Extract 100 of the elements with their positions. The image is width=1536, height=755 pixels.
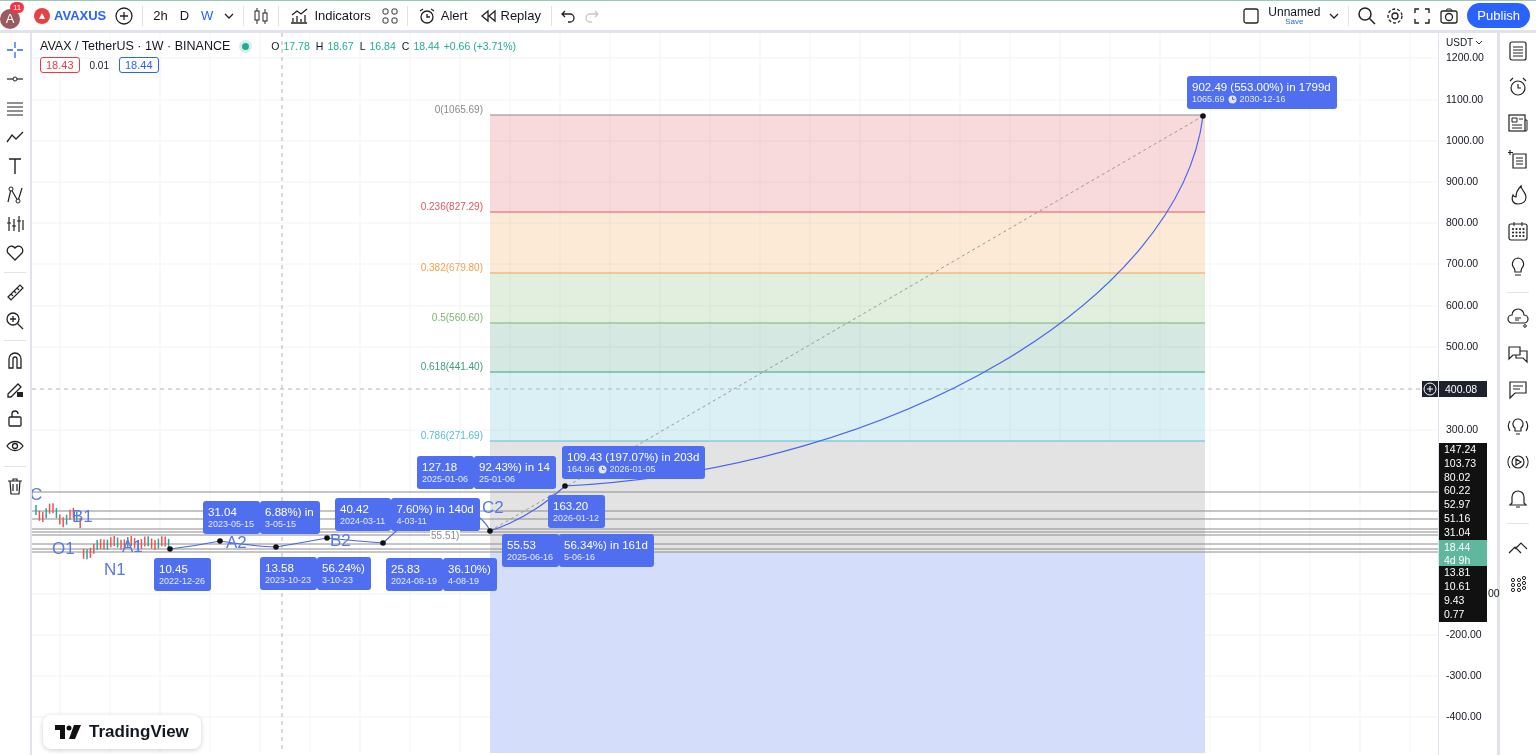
camera-icon[interactable] <box>1439 6 1460 25</box>
timeframe-tab[interactable]: D <box>177 6 192 25</box>
price-range-label[interactable]: 6.88%) in 3-05-15 <box>260 501 320 534</box>
price-range-label[interactable]: 36.10%) 4-08-19 <box>443 558 497 591</box>
price-range-label[interactable]: 7.60%) in 140d 4-03-11 <box>391 498 480 531</box>
add-symbol-icon[interactable] <box>114 5 135 26</box>
pattern-icon[interactable] <box>5 185 25 205</box>
range-detail: 1065.69 <box>1192 94 1225 105</box>
candles-icon[interactable] <box>252 5 271 26</box>
layout-name[interactable]: Unnamed <box>1268 5 1321 18</box>
price-range-label[interactable]: 25.83 2024-08-19 <box>386 558 444 591</box>
cloud-chat-icon[interactable] <box>1507 307 1529 329</box>
price-change: +0.66 (+3.71%) <box>443 40 517 52</box>
heart-icon[interactable] <box>5 243 25 263</box>
price-tick: 300.00 <box>1446 423 1479 435</box>
fib-level-label: 0.618(441.40) <box>420 361 483 372</box>
chats-icon[interactable] <box>1507 343 1529 365</box>
watchlist-icon[interactable] <box>1507 40 1529 62</box>
trash-icon[interactable] <box>5 476 25 496</box>
calendar-icon[interactable] <box>1507 220 1529 242</box>
undo-icon[interactable] <box>559 8 576 23</box>
lock-icon[interactable] <box>5 408 25 428</box>
range-value: 127.18 <box>422 460 459 474</box>
tag-value: 147.24 <box>1444 443 1478 457</box>
range-value: 13.58 <box>265 561 295 575</box>
sell-price-button[interactable]: 18.43 <box>40 57 80 73</box>
save-link[interactable]: Save <box>1285 17 1304 26</box>
price-tick: 600.00 <box>1446 299 1479 311</box>
currency-selector[interactable]: USDT <box>1446 37 1484 48</box>
range-detail: 3-05-15 <box>265 519 297 530</box>
tag-value: 60.22 <box>1444 484 1472 499</box>
range-value: 6.88%) in <box>265 505 314 519</box>
ohlc-key: C <box>401 40 410 52</box>
crosshair-price-label: 400.08 <box>1439 381 1487 397</box>
chat-icon[interactable] <box>1507 379 1529 401</box>
tag-countdown: 4d 9h <box>1444 553 1472 567</box>
range-value: 56.24%) <box>322 561 365 575</box>
bars-icon[interactable] <box>5 214 25 234</box>
buy-price-button[interactable]: 18.44 <box>119 57 159 73</box>
range-detail: 2026-01-12 <box>553 513 600 524</box>
ruler-icon[interactable] <box>5 282 25 302</box>
price-range-label[interactable]: 10.45 2022-12-26 <box>154 558 212 591</box>
tag-value: 103.73 <box>1444 456 1478 471</box>
price-range-label[interactable]: 56.34%) in 161d 5-06-16 <box>559 534 654 567</box>
price-range-label[interactable]: 109.43 (197.07%) in 203d 164.96 2026-01-05 <box>562 446 706 479</box>
fullscreen-icon[interactable] <box>1413 6 1432 25</box>
price-range-label[interactable]: 56.24%) 3-10-23 <box>317 557 371 590</box>
range-detail: 3-10-23 <box>322 575 354 586</box>
rewind-icon <box>479 8 496 23</box>
news-icon[interactable] <box>1507 112 1529 134</box>
price-range-label[interactable]: 163.20 2026-01-12 <box>548 495 606 528</box>
ohlc-value: 17.78 <box>283 40 310 52</box>
spread-value: 0.01 <box>89 59 109 71</box>
range-value: 31.04 <box>208 505 238 519</box>
price-range-label[interactable]: 92.43%) in 14 25-01-06 <box>474 456 556 489</box>
timeframe-tab[interactable]: W <box>199 6 216 25</box>
crosshair-icon[interactable] <box>5 40 25 60</box>
zoom-in-icon[interactable] <box>5 311 25 331</box>
add-alert-icon[interactable] <box>1422 381 1438 397</box>
fib-level-label: 0.236(827.29) <box>420 201 483 212</box>
tag-value: 80.02 <box>1444 470 1472 485</box>
price-range-label[interactable]: 40.42 2024-03-11 <box>335 498 392 531</box>
price-range-label[interactable]: 55.53 2025-06-16 <box>502 534 560 567</box>
signal-bulb-icon[interactable] <box>1507 415 1529 437</box>
add-list-icon[interactable] <box>1507 148 1529 170</box>
alarm-clock-icon[interactable] <box>1507 76 1529 98</box>
ohlc-key: O <box>271 40 280 52</box>
fib-level-label: 0.382(679.80) <box>420 262 483 273</box>
symbol-search-button[interactable]: AVAXUS <box>34 7 107 24</box>
price-range-label[interactable]: 902.49 (553.00%) in 1799d 1065.69 2030-12-16 <box>1187 76 1337 109</box>
publish-button[interactable]: Publish <box>1467 3 1530 28</box>
alert-button[interactable]: Alert <box>415 4 470 27</box>
timeframe-tab[interactable]: 2h <box>151 6 170 25</box>
price-range-label[interactable]: 13.58 2023-10-23 <box>260 557 318 590</box>
tag-value: 0.77 <box>1444 607 1466 622</box>
replay-button[interactable]: Replay <box>477 6 543 25</box>
range-value: 92.43%) in 14 <box>479 460 550 474</box>
range-value: 109.43 (197.07%) in 203d <box>567 450 700 464</box>
magnet-icon[interactable] <box>5 350 25 370</box>
range-value: 902.49 (553.00%) in 1799d <box>1192 80 1331 94</box>
wave-label: N1 <box>104 560 126 580</box>
market-status-dot <box>242 42 250 50</box>
tag-value: 13.81 <box>1444 566 1472 581</box>
checkbox-icon[interactable] <box>1242 6 1261 25</box>
search-icon[interactable] <box>1357 5 1378 26</box>
settings-icon[interactable] <box>1385 5 1406 26</box>
indicators-button[interactable]: Indicators <box>287 4 373 27</box>
bell-icon[interactable] <box>1507 487 1529 509</box>
price-tick: 1100.00 <box>1446 93 1484 105</box>
tag-value: 31.04 <box>1444 525 1472 540</box>
price-tick: 00 <box>1488 587 1500 599</box>
price-range-label[interactable]: 127.18 2025-01-06 <box>417 456 475 489</box>
ohlc-key: H <box>315 40 324 52</box>
layouts-icon[interactable] <box>380 6 399 25</box>
range-value: 55.53 <box>507 538 537 552</box>
range-detail: 2022-12-26 <box>159 576 206 587</box>
tag-value: 10.61 <box>1444 580 1472 594</box>
price-range-label[interactable]: 31.04 2023-05-15 <box>203 501 261 534</box>
price-tick: 800.00 <box>1446 216 1479 228</box>
range-detail: 5-06-16 <box>564 552 596 563</box>
